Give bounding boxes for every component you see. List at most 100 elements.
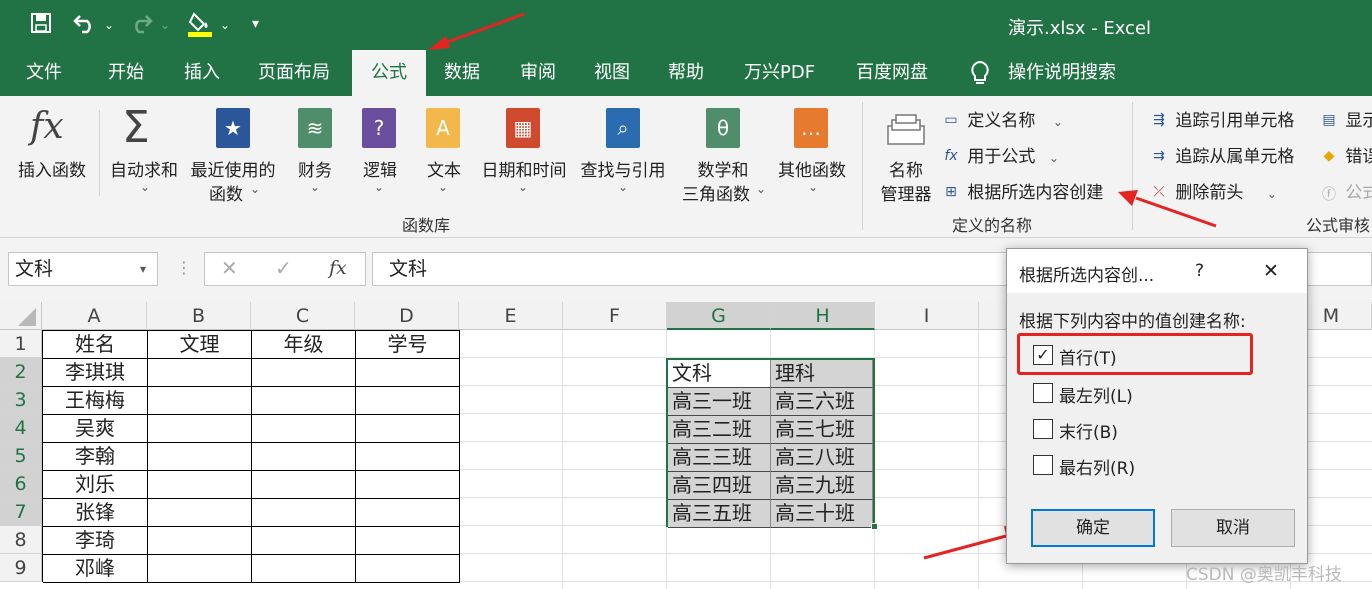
cell-d6[interactable]: [356, 471, 460, 499]
recently-used-label2[interactable]: 函数: [206, 180, 246, 205]
cell-h5[interactable]: 高三八班: [771, 444, 873, 472]
column-header-b[interactable]: B: [147, 302, 251, 330]
redo-icon[interactable]: [128, 12, 154, 39]
cell-h2[interactable]: 理科: [771, 360, 873, 388]
cell-d3[interactable]: [356, 387, 460, 415]
row-header-2[interactable]: 2: [0, 358, 42, 386]
cell-g7[interactable]: 高三五班: [668, 500, 771, 528]
cell-d7[interactable]: [356, 499, 460, 527]
cell-b3[interactable]: [148, 387, 252, 415]
cell-b9[interactable]: [148, 555, 252, 583]
cell-c8[interactable]: [252, 527, 356, 555]
cell-a6[interactable]: 刘乐: [43, 471, 148, 499]
more-functions-dropdown-icon[interactable]: ⌄: [808, 180, 818, 194]
datetime-button[interactable]: 日期和时间: [476, 156, 572, 181]
text-function-button[interactable]: 文本: [420, 156, 468, 181]
redo-dropdown-icon[interactable]: ⌄: [160, 18, 170, 32]
checkbox-bottom-row[interactable]: [1033, 419, 1053, 439]
row-header-1[interactable]: 1: [0, 330, 42, 358]
more-functions-icon[interactable]: …: [794, 108, 828, 148]
ok-button[interactable]: 确定: [1031, 509, 1155, 547]
name-manager-label[interactable]: 名称: [878, 156, 934, 181]
define-name-button[interactable]: ▭ 定义名称 ⌄: [940, 106, 1063, 131]
cell-a3[interactable]: 王梅梅: [43, 387, 148, 415]
checkbox-right-column[interactable]: [1033, 455, 1053, 475]
tab-formulas[interactable]: 公式: [352, 50, 426, 96]
cell-c5[interactable]: [252, 443, 356, 471]
cell-h3[interactable]: 高三六班: [771, 388, 873, 416]
cell-b7[interactable]: [148, 499, 252, 527]
cancel-button[interactable]: 取消: [1171, 509, 1295, 547]
recently-used-label[interactable]: 最近使用的: [186, 156, 280, 181]
cell-a7[interactable]: 张锋: [43, 499, 148, 527]
logical-icon[interactable]: ?: [362, 108, 396, 148]
datetime-icon[interactable]: ▦: [506, 108, 540, 148]
cell-d4[interactable]: [356, 415, 460, 443]
tab-help[interactable]: 帮助: [658, 50, 714, 96]
math-trig-label[interactable]: 数学和: [690, 156, 756, 181]
cell-a9[interactable]: 邓峰: [43, 555, 148, 583]
logical-button[interactable]: 逻辑: [356, 156, 404, 181]
cell-a5[interactable]: 李翰: [43, 443, 148, 471]
trace-dependents-button[interactable]: ⇉ 追踪从属单元格: [1148, 142, 1294, 167]
column-header-e[interactable]: E: [459, 302, 563, 330]
cell-c1[interactable]: 年级: [252, 331, 356, 359]
trace-precedents-button[interactable]: ⇶ 追踪引用单元格: [1148, 106, 1294, 131]
row-header-7[interactable]: 7: [0, 498, 42, 526]
tell-me-search[interactable]: 操作说明搜索: [998, 50, 1126, 96]
column-header-d[interactable]: D: [355, 302, 459, 330]
cell-a2[interactable]: 李琪琪: [43, 359, 148, 387]
tab-baidu-netdisk[interactable]: 百度网盘: [846, 50, 938, 96]
cell-h6[interactable]: 高三九班: [771, 472, 873, 500]
column-header-c[interactable]: C: [251, 302, 355, 330]
insert-function-fx-icon[interactable]: fx: [329, 257, 347, 279]
row-header-9[interactable]: 9: [0, 554, 42, 582]
cell-d9[interactable]: [356, 555, 460, 583]
cell-c4[interactable]: [252, 415, 356, 443]
tab-page-layout[interactable]: 页面布局: [248, 50, 340, 96]
autosum-icon[interactable]: Σ: [122, 102, 150, 153]
fill-dropdown-icon[interactable]: ⌄: [220, 18, 230, 32]
fill-handle[interactable]: [871, 523, 878, 530]
math-trig-label2[interactable]: 三角函数: [676, 180, 756, 205]
recently-used-icon[interactable]: ★: [216, 108, 250, 148]
save-icon[interactable]: [30, 12, 52, 39]
row-header-6[interactable]: 6: [0, 470, 42, 498]
cell-d2[interactable]: [356, 359, 460, 387]
cell-d8[interactable]: [356, 527, 460, 555]
math-trig-icon[interactable]: θ: [706, 108, 740, 148]
cell-a8[interactable]: 李琦: [43, 527, 148, 555]
more-functions-button[interactable]: 其他函数: [772, 156, 852, 181]
column-header-g[interactable]: G: [667, 302, 771, 330]
text-function-icon[interactable]: A: [426, 108, 460, 148]
cell-h4[interactable]: 高三七班: [771, 416, 873, 444]
autosum-dropdown-icon[interactable]: ⌄: [140, 180, 150, 194]
lookup-button[interactable]: 查找与引用: [576, 156, 670, 181]
name-manager-label2[interactable]: 管理器: [874, 180, 938, 205]
row-header-3[interactable]: 3: [0, 386, 42, 414]
math-trig-dropdown-icon[interactable]: ⌄: [756, 182, 766, 196]
cell-b8[interactable]: [148, 527, 252, 555]
lookup-icon[interactable]: ⌕: [606, 108, 640, 148]
cell-d1[interactable]: 学号: [356, 331, 460, 359]
tab-view[interactable]: 视图: [584, 50, 640, 96]
close-icon[interactable]: ✕: [1263, 260, 1279, 282]
tab-wondershare-pdf[interactable]: 万兴PDF: [734, 50, 825, 96]
fill-color-icon[interactable]: [186, 10, 214, 43]
cell-b4[interactable]: [148, 415, 252, 443]
cell-d5[interactable]: [356, 443, 460, 471]
column-header-a[interactable]: A: [42, 302, 147, 330]
cell-h7[interactable]: 高三十班: [771, 500, 873, 528]
cancel-icon[interactable]: ✕: [221, 256, 238, 280]
undo-dropdown-icon[interactable]: ⌄: [104, 18, 114, 32]
select-all-corner[interactable]: [0, 302, 42, 330]
insert-function-button[interactable]: 插入函数: [10, 156, 94, 181]
cell-c3[interactable]: [252, 387, 356, 415]
cell-g5[interactable]: 高三三班: [668, 444, 771, 472]
cell-b2[interactable]: [148, 359, 252, 387]
datetime-dropdown-icon[interactable]: ⌄: [518, 180, 528, 194]
row-header-4[interactable]: 4: [0, 414, 42, 442]
tab-insert[interactable]: 插入: [174, 50, 230, 96]
checkbox-left-column[interactable]: [1033, 383, 1053, 403]
cell-g2[interactable]: 文科: [668, 360, 771, 388]
